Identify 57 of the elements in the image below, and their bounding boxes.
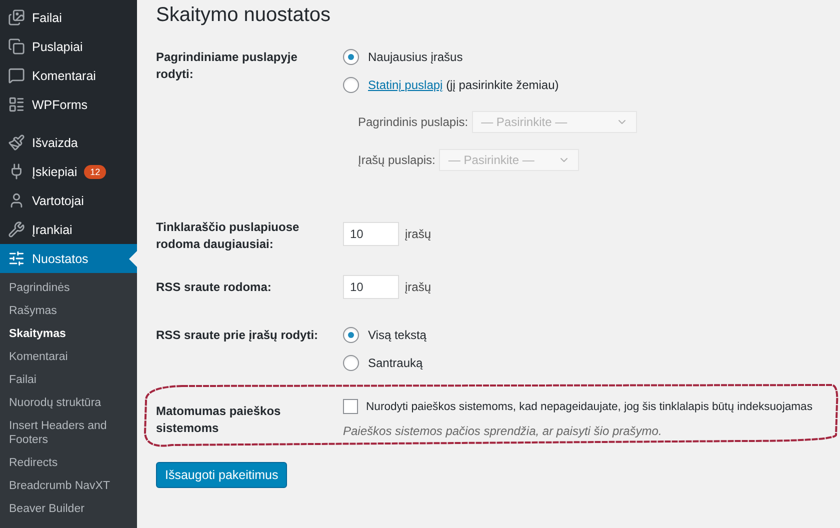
menu-item[interactable]: Išvaizda	[0, 128, 137, 157]
images-icon	[8, 9, 25, 26]
setting-label: RSS sraute rodoma:	[156, 279, 272, 296]
paintbrush-icon	[8, 134, 25, 151]
option-label: Santrauką	[368, 356, 423, 370]
menu-item[interactable]: WPForms	[0, 90, 137, 119]
form-icon	[8, 96, 25, 113]
radio-icon[interactable]	[343, 77, 359, 93]
menu-item[interactable]: Vartotojai	[0, 186, 137, 215]
submenu-item[interactable]: Failai	[0, 369, 137, 392]
submenu-item[interactable]: Breadcrumb NavXT	[0, 475, 137, 498]
count-badge: 12	[84, 164, 106, 178]
number-field[interactable]: 10	[343, 275, 399, 299]
unit-label: įrašų	[405, 280, 432, 294]
unit-label: įrašų	[405, 227, 432, 241]
sliders-icon	[8, 250, 25, 267]
submenu-item[interactable]: Redirects	[0, 452, 137, 475]
radio-option[interactable]: Santrauką	[343, 349, 840, 377]
radio-icon[interactable]	[343, 327, 359, 343]
checkbox-option[interactable]: Nurodyti paieškos sistemoms, kad nepageidaujate, jog šis tinklalapis būtų indeksuojamas	[343, 399, 840, 414]
setting-label: Pagrindiniame puslapyje rodyti:	[156, 49, 298, 83]
submenu-item[interactable]: Insert Headers and Footers	[0, 415, 137, 452]
menu-item[interactable]: Failai	[0, 3, 137, 32]
radio-option[interactable]: Visą tekstą	[343, 321, 840, 349]
radio-option[interactable]: Statinį puslapį (jį pasirinkite žemiau)	[343, 71, 840, 99]
page-title: Skaitymo nuostatos	[156, 3, 332, 27]
menu-item[interactable]: Komentarai	[0, 61, 137, 90]
speech-bubble-icon	[8, 67, 25, 84]
checkbox[interactable]	[343, 399, 358, 414]
setting-label: RSS sraute prie įrašų rodyti:	[156, 327, 320, 344]
save-button[interactable]: Išsaugoti pakeitimus	[156, 462, 288, 488]
setting-label: Tinklaraščio puslapiuose rodoma daugiausiai:	[156, 219, 300, 253]
select-label: Įrašų puslapis:	[358, 153, 436, 167]
menu-item[interactable]: Įrankiai	[0, 215, 137, 244]
setting-label: Matomumas paieškos sistemoms	[156, 403, 282, 437]
select-label: Pagrindinis puslapis:	[358, 115, 468, 129]
option-label: Visą tekstą	[368, 328, 426, 342]
submenu-item[interactable]: Skaitymas	[0, 323, 137, 346]
submenu-item[interactable]: Beaver Builder	[0, 498, 137, 521]
submenu-item[interactable]: Komentarai	[0, 346, 137, 369]
wrench-icon	[8, 221, 25, 238]
pages-icon	[8, 38, 25, 55]
menu-item[interactable]: Įskiepiai 12	[0, 157, 137, 186]
option-label: Naujausius įrašus	[368, 50, 463, 64]
menu-item[interactable]: Puslapiai	[0, 32, 137, 61]
field-description: Paieškos sistemos pačios sprendžia, ar paisyti šio prašymo.	[343, 424, 663, 438]
submenu-item[interactable]: Pagrindinės	[0, 277, 137, 300]
radio-icon[interactable]	[343, 49, 359, 65]
link[interactable]: Statinį puslapį	[368, 78, 443, 92]
option-label: Statinį puslapį (jį pasirinkite žemiau)	[368, 78, 559, 92]
radio-option[interactable]: Naujausius įrašus	[343, 43, 840, 71]
submenu-item[interactable]: Nuorodų struktūra	[0, 392, 137, 415]
user-icon	[8, 192, 25, 209]
radio-icon[interactable]	[343, 355, 359, 371]
number-field[interactable]: 10	[343, 222, 399, 246]
submenu-item[interactable]: Rašymas	[0, 300, 137, 323]
menu-item[interactable]: Nuostatos	[0, 244, 137, 273]
